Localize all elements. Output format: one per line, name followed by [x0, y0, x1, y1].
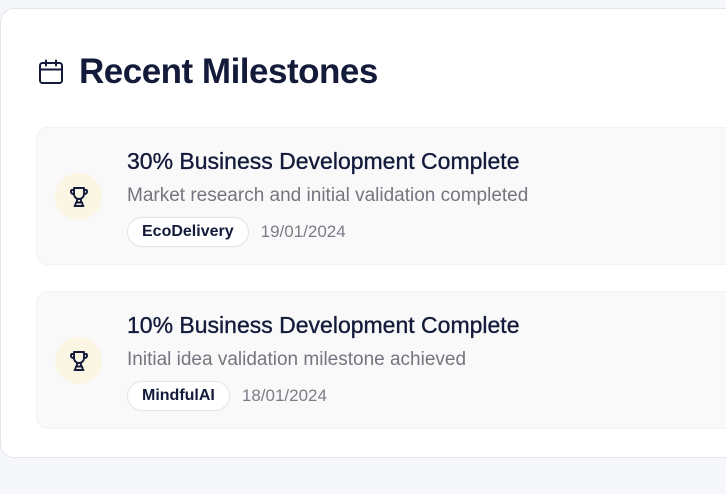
milestone-title: 30% Business Development Complete: [127, 148, 520, 174]
milestone-item[interactable]: 30% Business Development Complete Market…: [36, 127, 726, 265]
recent-milestones-card: Recent Milestones 30% Business Developme…: [0, 8, 726, 458]
milestone-title: 10% Business Development Complete: [127, 312, 520, 338]
milestone-item[interactable]: 10% Business Development Complete Initia…: [36, 291, 726, 429]
section-header: Recent Milestones: [37, 51, 378, 93]
trophy-icon: [55, 337, 102, 384]
trophy-icon: [55, 173, 102, 220]
milestone-date: 19/01/2024: [260, 222, 346, 241]
milestone-meta: MindfulAI 18/01/2024: [127, 381, 327, 411]
milestone-description: Market research and initial validation c…: [127, 185, 529, 206]
calendar-icon: [37, 58, 65, 86]
milestone-date: 18/01/2024: [241, 386, 327, 405]
milestone-description: Initial idea validation milestone achiev…: [127, 349, 467, 370]
startup-tag[interactable]: EcoDelivery: [127, 217, 249, 247]
milestone-meta: EcoDelivery 19/01/2024: [127, 217, 346, 247]
startup-tag[interactable]: MindfulAI: [127, 381, 230, 411]
section-title: Recent Milestones: [79, 52, 378, 91]
